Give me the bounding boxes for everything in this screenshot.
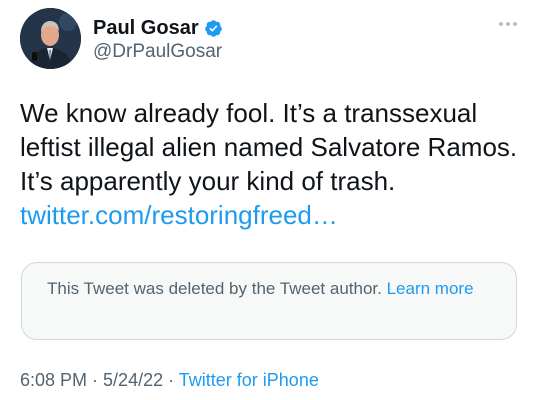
author-name-row: Paul Gosar <box>93 16 223 40</box>
deleted-notice-text: This Tweet was deleted by the Tweet auth… <box>47 279 382 298</box>
tweet-source[interactable]: Twitter for iPhone <box>179 370 319 390</box>
deleted-notice: This Tweet was deleted by the Tweet auth… <box>47 277 487 301</box>
avatar[interactable] <box>20 8 81 69</box>
learn-more-link[interactable]: Learn more <box>387 279 474 298</box>
avatar-image <box>20 8 81 69</box>
tweet-text-line: It’s apparently your kind of trash. <box>20 166 396 196</box>
tweet-text: We know already fool. It’s a transsexual… <box>20 96 540 232</box>
author-display-name[interactable]: Paul Gosar <box>93 16 199 40</box>
verified-badge-icon <box>204 19 222 37</box>
tweet-date[interactable]: 5/24/22 <box>103 370 163 390</box>
more-dot <box>513 22 517 26</box>
tweet-text-line: We know already fool. It’s a transsexual <box>20 98 478 128</box>
meta-separator: · <box>87 370 104 390</box>
author-handle[interactable]: @DrPaulGosar <box>93 40 222 64</box>
tweet-meta: 6:08 PM · 5/24/22 · Twitter for iPhone <box>20 370 319 391</box>
meta-separator: · <box>163 370 179 390</box>
tweet-time[interactable]: 6:08 PM <box>20 370 87 390</box>
more-dot <box>506 22 510 26</box>
more-options-icon[interactable] <box>499 22 517 26</box>
quoted-tweet-card: This Tweet was deleted by the Tweet auth… <box>21 262 517 340</box>
more-dot <box>499 22 503 26</box>
tweet-link[interactable]: twitter.com/restoringfreed… <box>20 198 540 232</box>
tweet-text-line: leftist illegal alien named Salvatore Ra… <box>20 132 518 162</box>
